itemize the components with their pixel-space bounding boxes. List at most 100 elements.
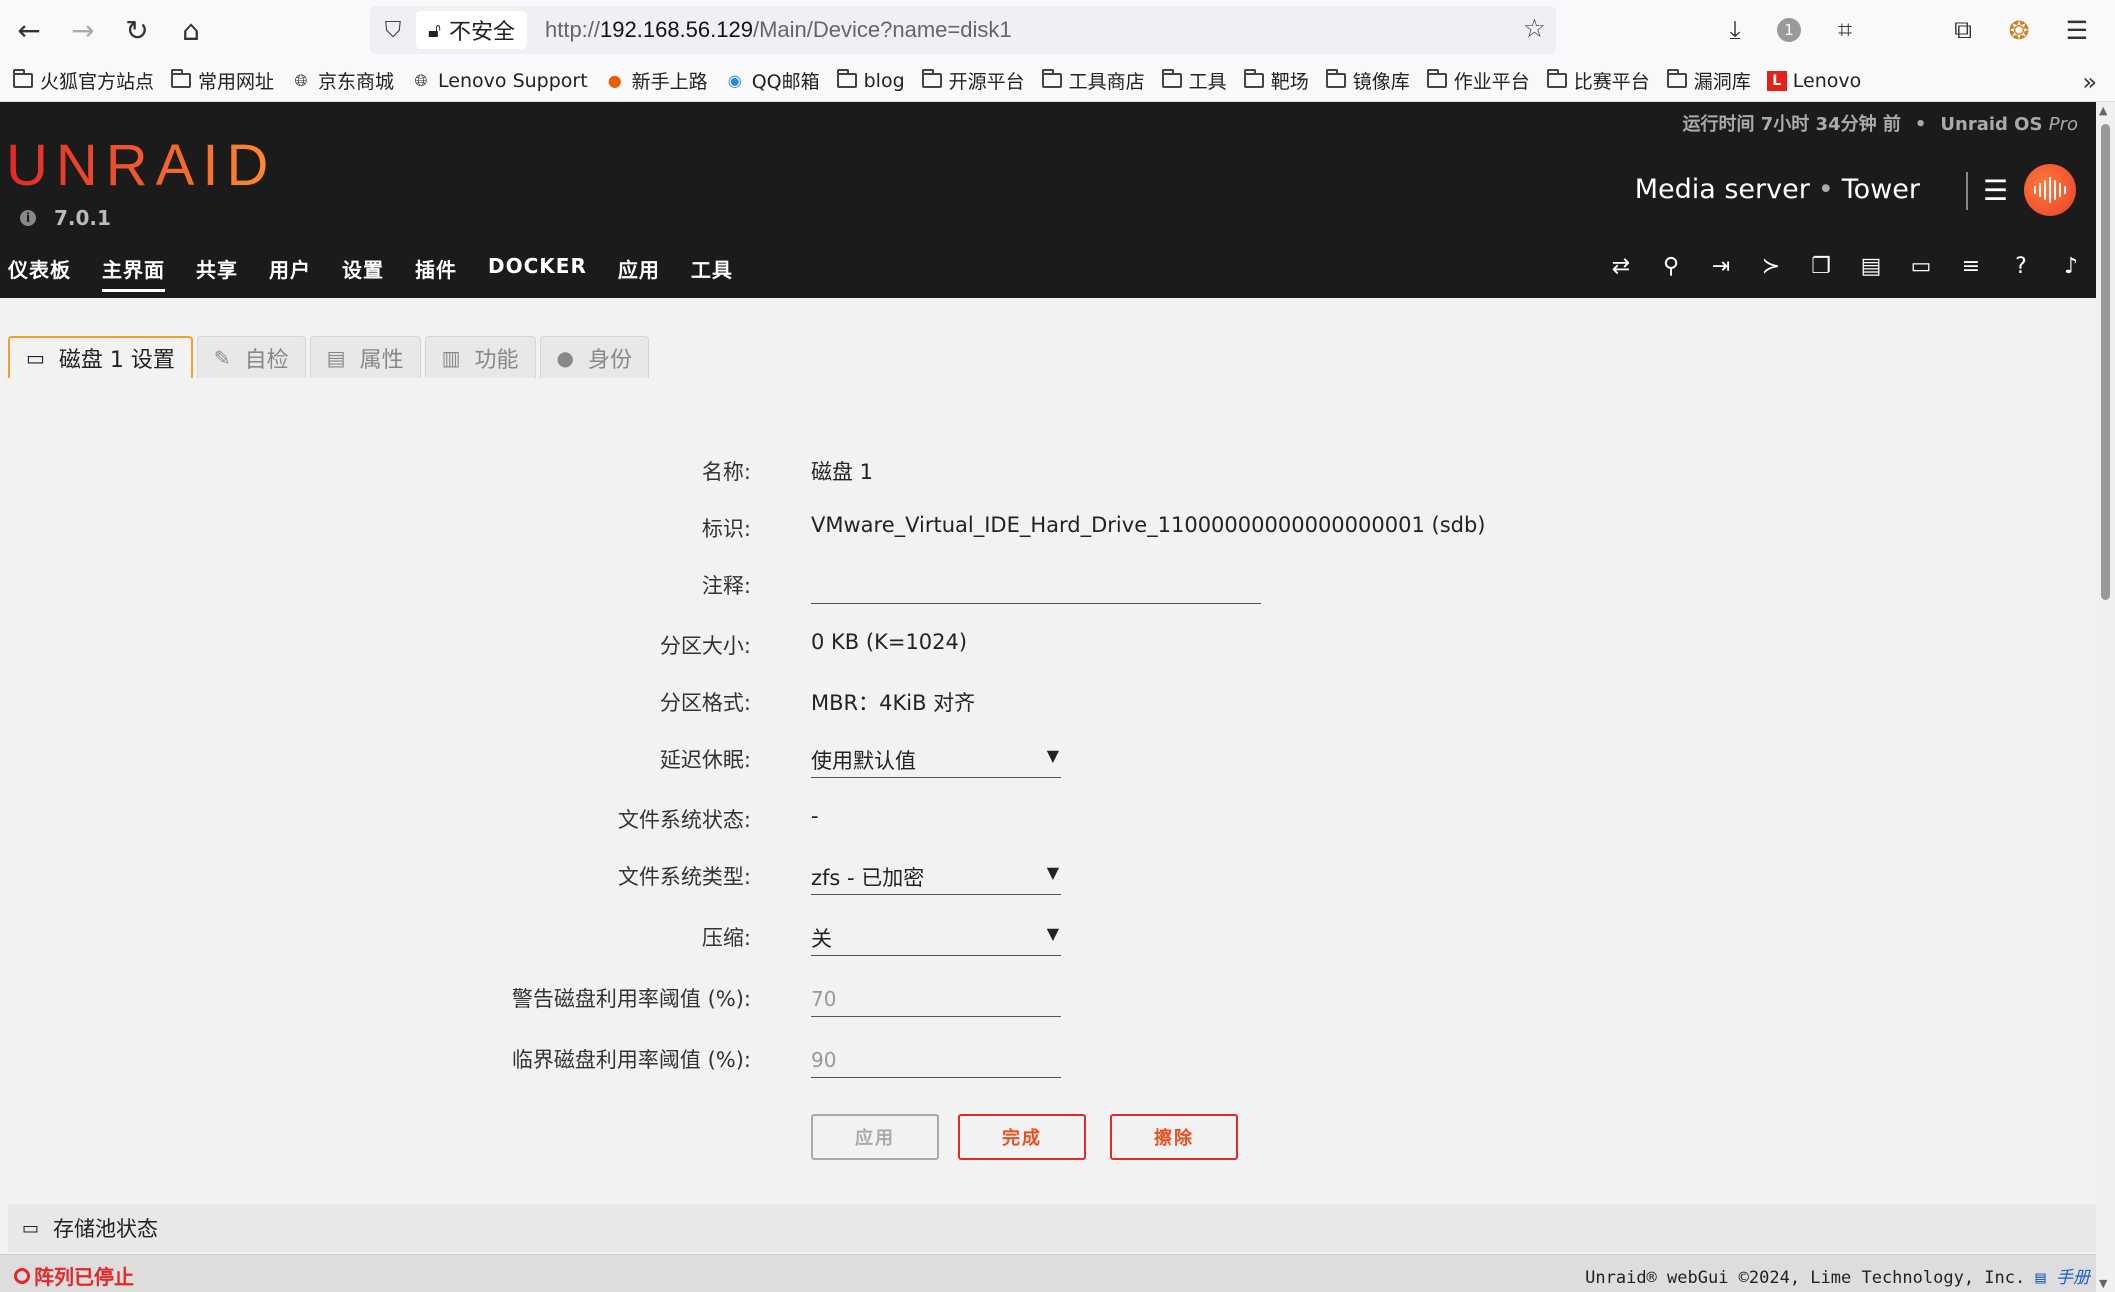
partition-size-value: 0 KB (K=1024) xyxy=(811,630,968,654)
uptime-status: 运行时间 7小时 34分钟 前 • Unraid OS Pro xyxy=(1682,114,2079,135)
tab-self-test[interactable]: ✎ 自检 xyxy=(196,336,306,378)
folder-icon xyxy=(1041,69,1063,90)
info-panel-icon[interactable]: ▤ xyxy=(1846,254,1896,279)
chevron-double-right-icon[interactable]: » xyxy=(2082,68,2097,96)
tab-capabilities[interactable]: ▥ 功能 xyxy=(424,336,536,378)
waveform-icon xyxy=(2034,177,2066,203)
switch-language-icon[interactable]: ⇄ xyxy=(1596,254,1646,279)
search-icon[interactable]: ⚲ xyxy=(1646,254,1696,279)
scrollbar-thumb[interactable] xyxy=(2101,124,2110,600)
unraid-connect-avatar[interactable] xyxy=(2024,164,2076,216)
nav-apps[interactable]: 应用 xyxy=(618,254,660,292)
nav-dashboard[interactable]: 仪表板 xyxy=(8,254,71,292)
log-icon[interactable]: ≡ xyxy=(1946,254,1996,279)
bookmark-item[interactable]: 常用网址 xyxy=(170,67,274,94)
done-button[interactable]: 完成 xyxy=(958,1114,1086,1160)
array-status-text: 阵列已停止 xyxy=(34,1265,134,1289)
bookmark-item[interactable]: 作业平台 xyxy=(1426,67,1530,94)
bookmark-item[interactable]: blog xyxy=(836,69,905,92)
bookmark-label: 工具商店 xyxy=(1068,71,1145,93)
bookmark-item[interactable]: 🌐︎ Lenovo Support xyxy=(410,70,588,92)
browser-toolbar: ← → ↻ ⌂ ⛉ 🔓︎ 不安全 http://192.168.56.129/M… xyxy=(0,0,2115,60)
folder-icon xyxy=(921,69,943,90)
unraid-logo[interactable]: UNRAID xyxy=(6,132,276,199)
hamburger-menu-icon[interactable]: ☰ xyxy=(1983,174,2008,207)
book-icon: ▤ xyxy=(2035,1268,2046,1288)
comment-input[interactable] xyxy=(811,560,1261,604)
address-bar[interactable]: ⛉ 🔓︎ 不安全 http://192.168.56.129/Main/Devi… xyxy=(370,6,1556,54)
bookmark-item[interactable]: 工具商店 xyxy=(1041,67,1145,94)
fs-type-select[interactable]: zfs - 已加密 ▼ xyxy=(811,853,1061,895)
tab-label: 身份 xyxy=(587,347,632,373)
shield-icon[interactable]: ⛉ xyxy=(370,18,416,43)
comment-label: 注释: xyxy=(701,574,751,598)
feedback-icon[interactable]: ❐ xyxy=(1796,254,1846,279)
nav-tools[interactable]: 工具 xyxy=(691,254,733,292)
bookmark-item[interactable]: ◉ QQ邮箱 xyxy=(724,67,820,94)
tab-attributes[interactable]: ▤ 属性 xyxy=(309,336,421,378)
bookmark-label: 靶场 xyxy=(1270,71,1309,93)
version-info[interactable]: i 7.0.1 xyxy=(20,206,111,230)
bookmark-item[interactable]: L Lenovo xyxy=(1766,70,1861,92)
pool-status-section[interactable]: ▭ 存储池状态 xyxy=(8,1204,2096,1252)
partition-format-label: 分区格式: xyxy=(659,691,751,715)
folder-icon xyxy=(170,69,192,90)
url-text[interactable]: http://192.168.56.129/Main/Device?name=d… xyxy=(545,17,1012,43)
bookmark-item[interactable]: 靶场 xyxy=(1243,67,1309,94)
critical-threshold-input[interactable]: 90 xyxy=(811,1036,1061,1078)
bookmark-label: QQ邮箱 xyxy=(751,71,820,93)
terminal-icon[interactable]: ≻ xyxy=(1746,254,1796,279)
display-icon[interactable]: ▭ xyxy=(1896,254,1946,279)
account-badge[interactable]: 1 xyxy=(1762,3,1816,57)
nav-docker[interactable]: DOCKER xyxy=(488,254,587,292)
nav-users[interactable]: 用户 xyxy=(269,254,311,292)
insecure-indicator[interactable]: 🔓︎ 不安全 xyxy=(416,11,527,49)
crop-icon[interactable]: ⌗ xyxy=(1818,3,1872,57)
nav-plugins[interactable]: 插件 xyxy=(415,254,457,292)
row-critical-threshold: 临界磁盘利用率阈值 (%): 90 xyxy=(0,1036,2096,1078)
bookmark-item[interactable]: 开源平台 xyxy=(921,67,1025,94)
nav-settings[interactable]: 设置 xyxy=(342,254,384,292)
extension-fox-icon[interactable]: ❂ xyxy=(1992,3,2046,57)
bookmark-label: blog xyxy=(863,69,905,92)
url-path: /Main/Device?name=disk1 xyxy=(752,17,1012,42)
tab-identity[interactable]: ● 身份 xyxy=(539,336,649,378)
bookmark-label: 比赛平台 xyxy=(1573,71,1650,93)
tab-disk-settings[interactable]: ▭ 磁盘 1 设置 xyxy=(8,336,193,378)
compression-select[interactable]: 关 ▼ xyxy=(811,914,1061,956)
page-scrollbar[interactable]: ▲ ▼ xyxy=(2096,102,2115,1292)
clear-button[interactable]: 擦除 xyxy=(1110,1114,1238,1160)
nav-shares[interactable]: 共享 xyxy=(196,254,238,292)
bell-icon[interactable]: ♪ xyxy=(2046,254,2096,279)
bookmark-item[interactable]: ● 新手上路 xyxy=(604,67,708,94)
manual-link[interactable]: ▤ 手册 xyxy=(2036,1268,2091,1288)
bookmark-item[interactable]: 🌐︎ 京东商城 xyxy=(290,67,394,94)
help-icon[interactable]: ? xyxy=(1996,254,2046,279)
name-value: 磁盘 1 xyxy=(811,460,874,484)
bookmark-item[interactable]: 火狐官方站点 xyxy=(12,67,154,94)
nav-icon-bar: ⇄ ⚲ ⇥ ≻ ❐ ▤ ▭ ≡ ? ♪ xyxy=(1596,254,2096,279)
download-icon[interactable]: ⤓ xyxy=(1708,3,1762,57)
wrench-icon: ✎ xyxy=(213,345,231,370)
home-icon[interactable]: ⌂ xyxy=(164,3,218,57)
spindown-select[interactable]: 使用默认值 ▼ xyxy=(811,736,1061,778)
back-arrow-icon[interactable]: ← xyxy=(2,3,56,57)
bookmark-item[interactable]: 镜像库 xyxy=(1325,67,1410,94)
folder-icon xyxy=(1666,69,1688,90)
reload-icon[interactable]: ↻ xyxy=(110,3,164,57)
row-comment: 注释: xyxy=(0,560,2096,604)
bookmark-item[interactable]: 漏洞库 xyxy=(1666,67,1751,94)
extensions-icon[interactable]: ⧉ xyxy=(1936,3,1990,57)
bookmark-item[interactable]: 比赛平台 xyxy=(1546,67,1650,94)
bookmark-item[interactable]: 工具 xyxy=(1161,67,1227,94)
bookmark-star-icon[interactable]: ☆ xyxy=(1523,14,1546,44)
forward-arrow-icon[interactable]: → xyxy=(56,3,110,57)
scroll-down-icon[interactable]: ▼ xyxy=(2099,1277,2107,1290)
warning-threshold-input[interactable]: 70 xyxy=(811,975,1061,1017)
scroll-up-icon[interactable]: ▲ xyxy=(2099,104,2107,117)
critical-threshold-label: 临界磁盘利用率阈值 (%): xyxy=(511,1048,751,1072)
apply-button[interactable]: 应用 xyxy=(811,1114,939,1160)
logout-icon[interactable]: ⇥ xyxy=(1696,254,1746,279)
browser-menu-icon[interactable]: ☰ xyxy=(2050,3,2104,57)
nav-main[interactable]: 主界面 xyxy=(102,254,165,292)
